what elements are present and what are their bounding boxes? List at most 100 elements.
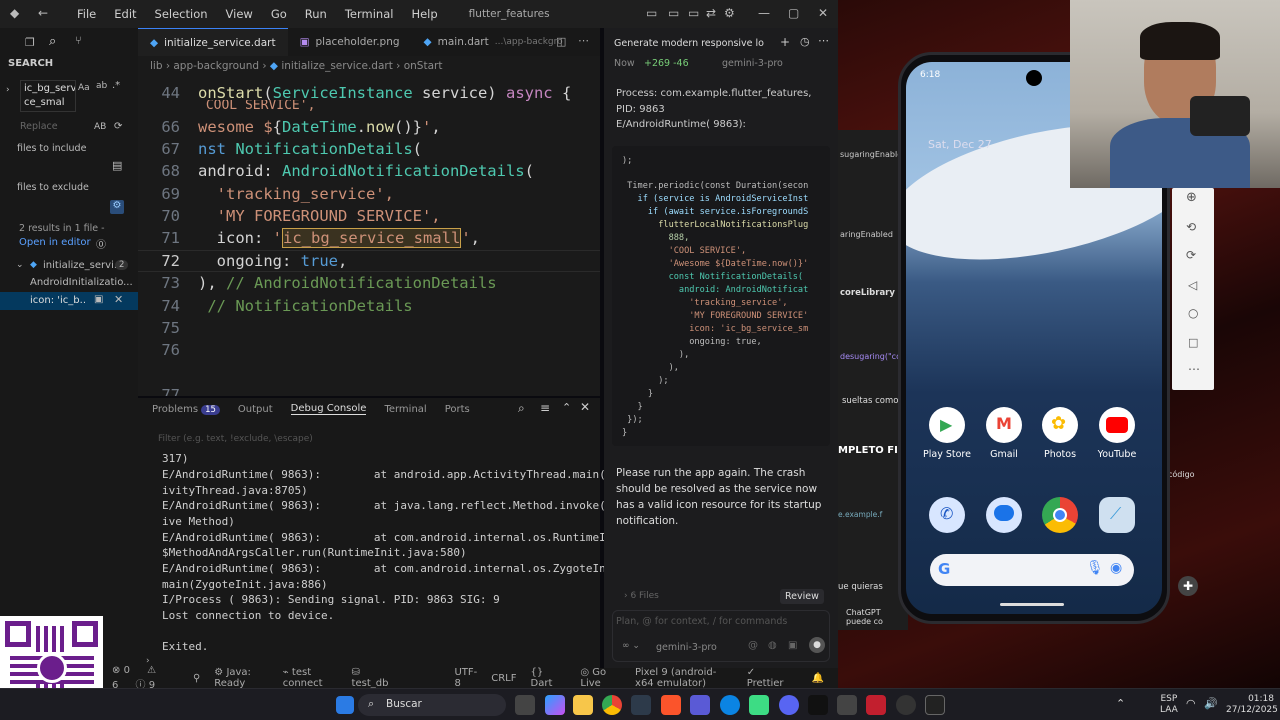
wifi-icon[interactable]: ◠ xyxy=(1186,697,1196,710)
whole-word-icon[interactable]: ab xyxy=(96,81,107,91)
tab-ports[interactable]: Ports xyxy=(445,404,470,415)
voice-search-icon[interactable]: 🎙 xyxy=(1086,560,1104,576)
panel-toggle-icon[interactable]: ▭ xyxy=(668,6,679,20)
windows-start-icon[interactable] xyxy=(336,696,354,714)
back-nav-icon[interactable]: ◁ xyxy=(1188,278,1197,292)
menu-terminal[interactable]: Terminal xyxy=(336,7,403,21)
app-icon[interactable] xyxy=(837,695,857,715)
back-arrow-icon[interactable]: ← xyxy=(38,6,48,20)
notifications-icon[interactable]: 🔔 xyxy=(812,673,824,684)
more-options-icon[interactable]: ⋯ xyxy=(1188,362,1200,376)
model-selector[interactable]: gemini-3-pro xyxy=(656,642,717,653)
search-match-2-row[interactable]: icon: 'ic_b... ▣ ✕ xyxy=(0,292,138,310)
chevron-down-icon[interactable]: ⌄ xyxy=(16,260,24,270)
breadcrumb-lib[interactable]: lib xyxy=(150,60,163,72)
sidebar-toggle-icon[interactable]: ▭ xyxy=(688,6,699,20)
regex-icon[interactable]: .* xyxy=(112,80,120,91)
sync-icon[interactable]: ⇄ xyxy=(706,6,716,20)
clear-console-icon[interactable]: ≡ xyxy=(540,401,550,415)
photos-icon[interactable]: ✿ xyxy=(1042,407,1078,443)
use-exclude-settings-icon[interactable]: ⚙ xyxy=(110,200,124,214)
maximize-panel-icon[interactable]: ⌃ xyxy=(562,401,571,414)
more-icon[interactable]: ⋯ xyxy=(818,34,829,47)
image-attach-icon[interactable]: ▣ xyxy=(788,640,797,651)
phone-dialer-icon[interactable]: ✆ xyxy=(929,497,965,533)
tab-placeholder-png[interactable]: ▣ placeholder.png xyxy=(288,28,412,56)
zoom-icon[interactable]: ⊕ xyxy=(1186,190,1197,205)
play-store-icon[interactable]: ▶ xyxy=(929,407,965,443)
messages-icon[interactable] xyxy=(986,497,1022,533)
mention-icon[interactable]: @ xyxy=(748,640,758,651)
match-case-toggle[interactable]: Aa xyxy=(78,83,90,93)
result-file-name[interactable]: initialize_servi... xyxy=(43,260,123,271)
menu-view[interactable]: View xyxy=(217,7,262,21)
emulator-settings-icon[interactable]: ✚ xyxy=(1178,576,1198,596)
chrome-taskbar-icon[interactable] xyxy=(602,695,622,715)
gesture-nav-bar[interactable] xyxy=(1000,603,1064,606)
db-name[interactable]: ⛁ test_db xyxy=(352,667,403,689)
edge-icon[interactable] xyxy=(720,695,740,715)
close-panel-icon[interactable]: ✕ xyxy=(580,400,590,414)
overview-nav-icon[interactable]: □ xyxy=(1188,336,1198,349)
device-status[interactable]: Pixel 9 (android-x64 emulator) xyxy=(635,667,733,689)
android-studio-icon[interactable] xyxy=(749,695,769,715)
youtube-icon[interactable] xyxy=(1099,407,1135,443)
language-status[interactable]: {} Dart xyxy=(531,667,567,689)
menu-run[interactable]: Run xyxy=(296,7,336,21)
agent-mode-icon[interactable]: ∞ ⌄ xyxy=(622,641,640,651)
console-filter-input[interactable]: Filter (e.g. text, !exclude, \escape) xyxy=(158,434,313,444)
breadcrumb-file[interactable]: initialize_service.dart xyxy=(281,60,393,72)
replace-input[interactable]: Replace xyxy=(20,121,90,137)
replace-all-icon[interactable]: ⟳ xyxy=(114,121,122,132)
tiktok-icon[interactable] xyxy=(808,695,828,715)
menu-selection[interactable]: Selection xyxy=(146,7,217,21)
app-icon[interactable] xyxy=(866,695,886,715)
breadcrumb-symbol[interactable]: onStart xyxy=(404,60,443,72)
search-match-1[interactable]: AndroidInitializatio... xyxy=(30,277,133,288)
search-input[interactable]: ic_bg_servi ce_smal xyxy=(20,80,76,112)
menu-edit[interactable]: Edit xyxy=(105,7,145,21)
taskbar-search[interactable]: ⌕ Buscar xyxy=(358,694,506,716)
db-connection[interactable]: ⌁ test connect xyxy=(283,667,338,689)
book-icon[interactable]: ▤ xyxy=(112,159,122,172)
brave-icon[interactable] xyxy=(661,695,681,715)
menu-go[interactable]: Go xyxy=(262,7,296,21)
more-actions-icon[interactable]: ⋯ xyxy=(578,34,589,47)
clock[interactable]: 01:18 27/12/2025 xyxy=(1226,694,1278,716)
menu-file[interactable]: File xyxy=(68,7,105,21)
open-in-editor-link[interactable]: Open in editor xyxy=(19,237,91,248)
language-indicator[interactable]: ESP LAA xyxy=(1160,694,1178,716)
debug-icon[interactable]: ⚲ xyxy=(193,673,200,684)
tab-debug-console[interactable]: Debug Console xyxy=(290,403,367,415)
google-search-bar[interactable]: G 🎙 ◉ xyxy=(930,554,1134,586)
go-live-button[interactable]: ◎ Go Live xyxy=(580,667,621,689)
history-icon[interactable]: ◷ xyxy=(800,35,810,48)
source-control-icon[interactable]: ⑂ xyxy=(75,34,82,47)
tab-output[interactable]: Output xyxy=(238,404,273,415)
minimize-icon[interactable]: — xyxy=(758,6,770,20)
file-explorer-icon[interactable] xyxy=(573,695,593,715)
terminal-icon[interactable] xyxy=(925,695,945,715)
task-view-icon[interactable] xyxy=(515,695,535,715)
tab-main-dart[interactable]: ◆ main.dart ...\app-backgro xyxy=(412,28,575,56)
chat-input[interactable]: Plan, @ for context, / for commands xyxy=(616,616,787,627)
filter-search-icon[interactable]: ⌕ xyxy=(518,401,525,416)
chrome-icon[interactable] xyxy=(1042,497,1078,533)
java-status[interactable]: ⚙ Java: Ready xyxy=(214,667,268,689)
menu-help[interactable]: Help xyxy=(402,7,446,21)
layout-icon[interactable]: ▭ xyxy=(646,6,657,20)
preserve-case-toggle[interactable]: AB xyxy=(94,122,106,132)
prettier-status[interactable]: ✓ Prettier xyxy=(747,667,798,689)
flutter-app-icon[interactable]: ⟋ xyxy=(1099,497,1135,533)
rotate-right-icon[interactable]: ⟳ xyxy=(1186,248,1196,262)
review-button[interactable]: Review xyxy=(780,589,824,604)
maximize-icon[interactable]: ▢ xyxy=(788,6,799,20)
tab-terminal[interactable]: Terminal xyxy=(384,404,426,415)
app-icon[interactable] xyxy=(690,695,710,715)
settings-gear-icon[interactable]: ⚙ xyxy=(724,6,735,20)
close-window-icon[interactable]: ✕ xyxy=(818,6,828,20)
home-nav-icon[interactable]: ○ xyxy=(1188,306,1198,320)
split-editor-icon[interactable]: ◫ xyxy=(556,35,566,48)
encoding-status[interactable]: UTF-8 xyxy=(454,667,477,689)
search-icon[interactable]: ⌕ xyxy=(49,34,56,49)
